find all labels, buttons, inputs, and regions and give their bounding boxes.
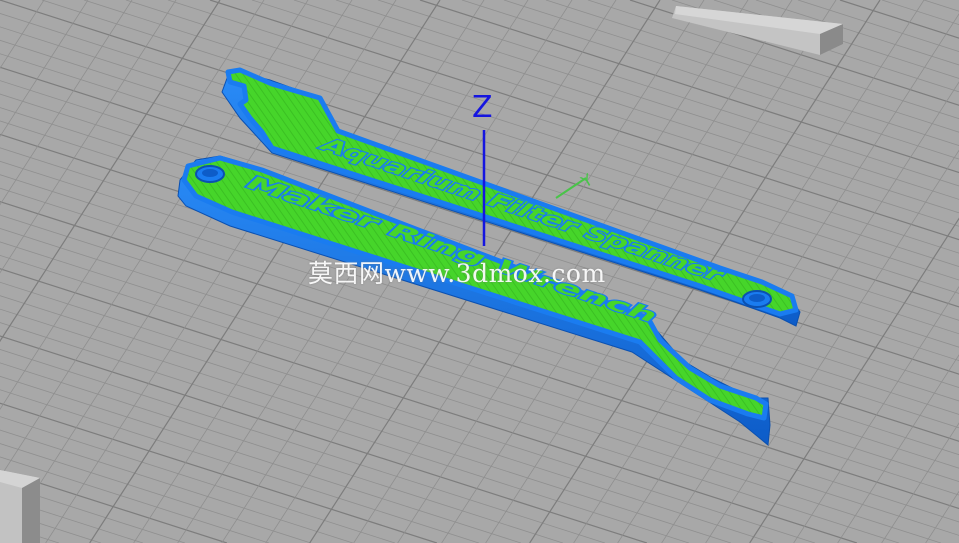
grid-line xyxy=(0,0,177,274)
grid-line xyxy=(881,0,959,26)
grid-line xyxy=(0,496,143,543)
grid-line xyxy=(797,0,959,52)
grid-line xyxy=(573,0,925,543)
grid-line xyxy=(837,354,959,543)
grid-line xyxy=(881,422,959,543)
grid-line xyxy=(251,0,959,227)
grid-line xyxy=(0,416,395,543)
print-preview-scene[interactable]: Aquarium Filter Spanner Maker Ring Wrenc… xyxy=(0,0,959,543)
grid-line xyxy=(0,0,221,343)
grid-line xyxy=(0,0,133,206)
grid-line xyxy=(923,0,959,12)
grid-line xyxy=(705,149,959,543)
grid-line xyxy=(1,0,353,543)
grid-line xyxy=(0,469,228,543)
grid-line xyxy=(0,308,731,543)
y-axis-gizmo: Y xyxy=(555,170,596,199)
grid-line xyxy=(839,0,959,39)
3d-viewport[interactable]: Aquarium Filter Spanner Maker Ring Wrenc… xyxy=(0,0,959,543)
build-plate-clip-top-right xyxy=(672,6,843,55)
grid-line xyxy=(925,490,959,543)
grid-line xyxy=(755,0,959,66)
build-plate-clip-bottom-left xyxy=(0,470,40,543)
z-axis-label: Z xyxy=(472,90,493,125)
